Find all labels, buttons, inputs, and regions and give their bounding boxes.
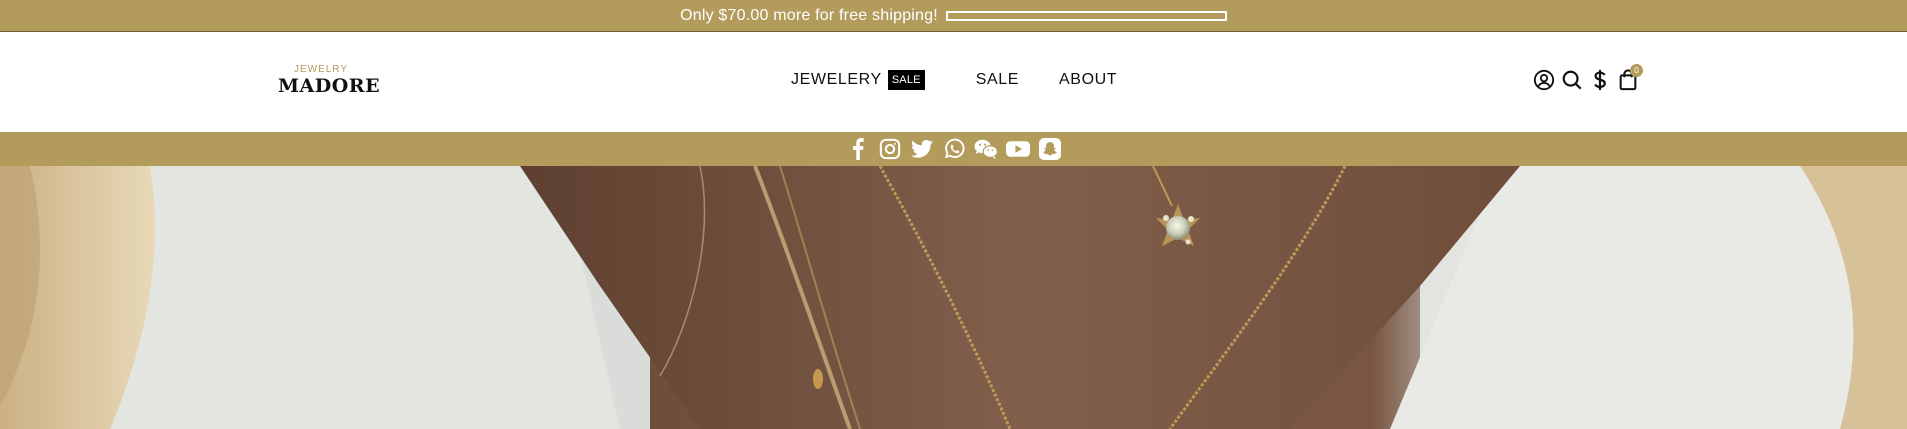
facebook-icon[interactable] [846,137,870,161]
nav-item-jewelery-label: JEWELERY [791,71,882,88]
logo[interactable]: JEWELRY MADORE [278,64,381,97]
hero-image[interactable] [0,166,1907,429]
free-shipping-text: Only $70.00 more for free shipping! [680,7,938,24]
logo-wordmark: MADORE [278,75,381,97]
cart-icon[interactable]: 0 [1617,64,1643,91]
header-actions: 0 [1533,64,1643,91]
snapchat-icon[interactable] [1038,137,1062,161]
nav-item-sale[interactable]: SALE [976,71,1019,89]
sale-badge: SALE [887,70,925,90]
nav-item-jewelery[interactable]: JEWELERY SALE [791,70,925,90]
nav-item-about[interactable]: ABOUT [1059,71,1117,89]
free-shipping-progress [945,11,1227,21]
search-icon[interactable] [1561,69,1583,91]
youtube-icon[interactable] [1005,137,1030,161]
instagram-icon[interactable] [878,137,902,161]
hero-photo [0,166,1907,429]
account-icon[interactable] [1533,69,1555,91]
currency-icon[interactable] [1589,69,1611,91]
free-shipping-bar: Only $70.00 more for free shipping! [0,0,1907,32]
cart-count-badge: 0 [1630,64,1643,77]
social-links-bar [0,132,1907,166]
site-header: JEWELRY MADORE JEWELERY SALE SALE ABOUT [0,32,1907,132]
twitter-icon[interactable] [910,137,934,161]
whatsapp-icon[interactable] [942,137,966,161]
main-nav: JEWELERY SALE SALE ABOUT [791,70,1117,90]
wechat-icon[interactable] [973,137,998,161]
